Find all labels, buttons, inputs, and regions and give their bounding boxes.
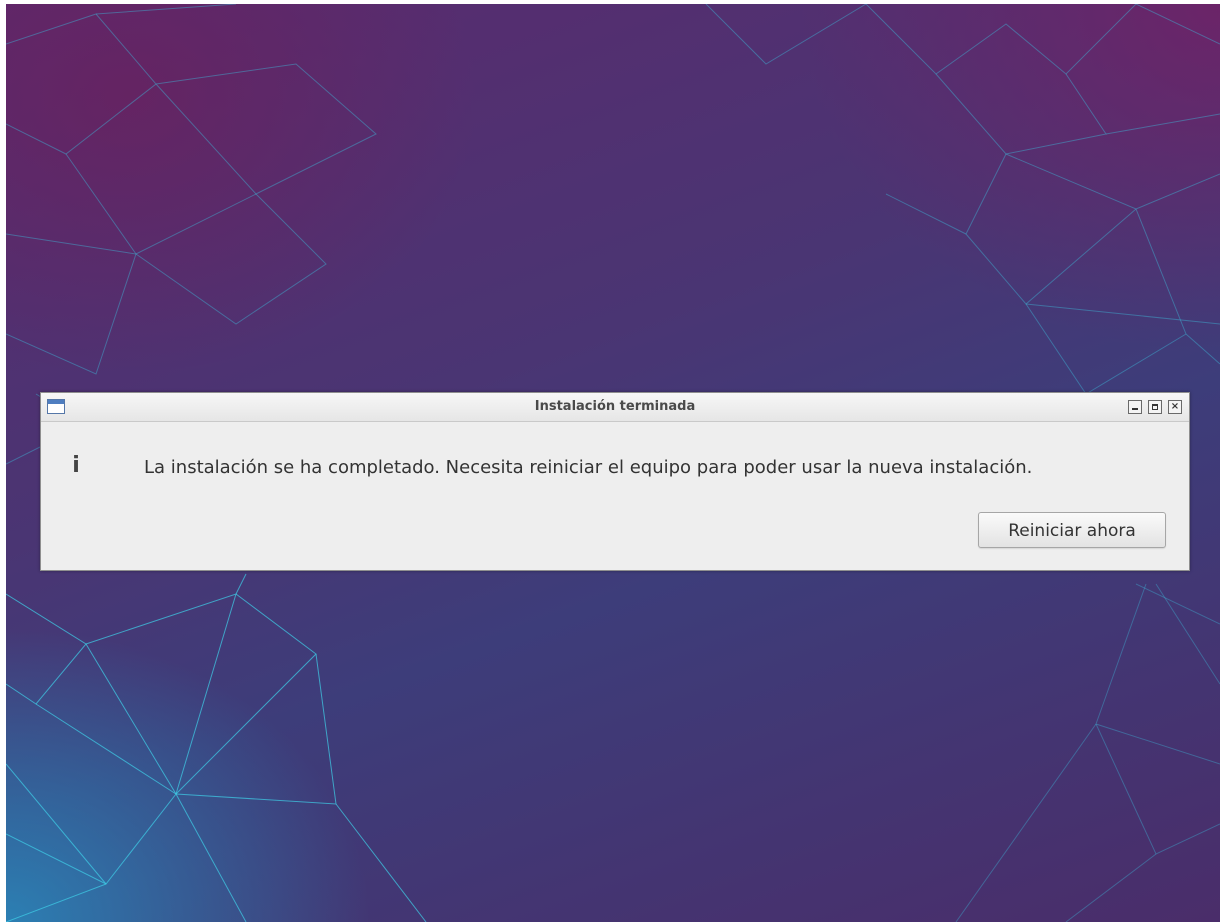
dialog-titlebar[interactable]: Instalación terminada ×	[41, 393, 1189, 422]
minimize-icon[interactable]	[1128, 400, 1142, 414]
maximize-icon[interactable]	[1148, 400, 1162, 414]
desktop-wallpaper: Instalación terminada × i La instalación…	[6, 4, 1220, 922]
installation-finished-dialog: Instalación terminada × i La instalación…	[40, 392, 1190, 571]
dialog-message: La instalación se ha completado. Necesit…	[144, 457, 1033, 478]
dialog-title: Instalación terminada	[534, 399, 696, 414]
info-icon: i	[72, 453, 80, 478]
restart-now-button[interactable]: Reiniciar ahora	[978, 512, 1166, 548]
close-icon[interactable]: ×	[1168, 400, 1182, 414]
